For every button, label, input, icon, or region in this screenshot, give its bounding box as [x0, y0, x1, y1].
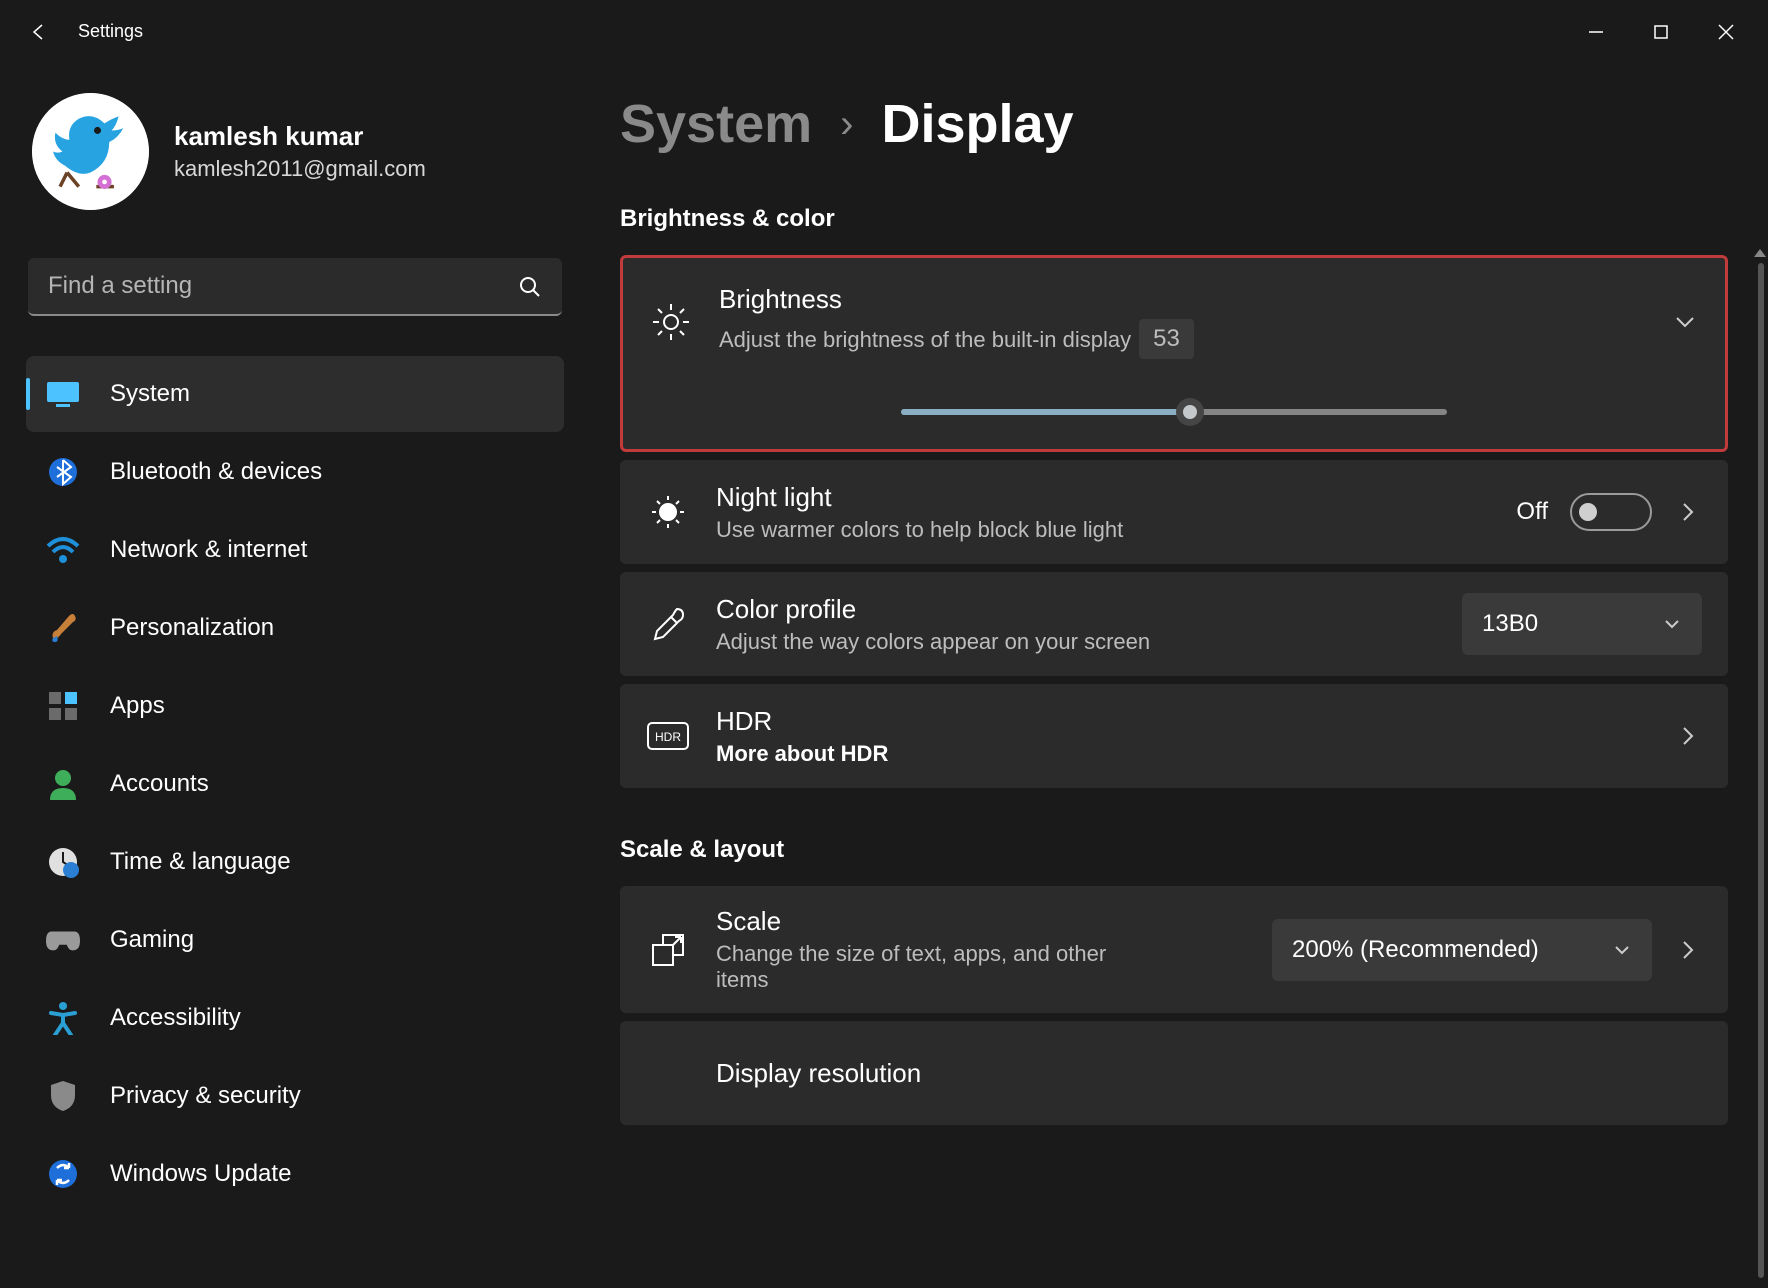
sidebar-item-update[interactable]: Windows Update: [26, 1136, 564, 1212]
app-title: Settings: [78, 21, 143, 42]
window-controls: [1563, 7, 1758, 57]
sidebar-item-label: Personalization: [110, 614, 274, 642]
sidebar-item-bluetooth[interactable]: Bluetooth & devices: [26, 434, 564, 510]
colorprofile-desc: Adjust the way colors appear on your scr…: [716, 629, 1436, 655]
scale-icon: [646, 931, 690, 969]
sidebar-item-label: Apps: [110, 692, 165, 720]
chevron-right-icon: ›: [840, 102, 853, 147]
gamepad-icon: [46, 923, 80, 957]
scrollbar[interactable]: [1758, 263, 1764, 1278]
user-email: kamlesh2011@gmail.com: [174, 156, 426, 182]
sidebar-item-accessibility[interactable]: Accessibility: [26, 980, 564, 1056]
sidebar-item-label: Gaming: [110, 926, 194, 954]
hdr-icon: HDR: [646, 721, 690, 751]
paintbrush-icon: [46, 611, 80, 645]
brightness-icon: [649, 302, 693, 342]
scale-card[interactable]: Scale Change the size of text, apps, and…: [620, 886, 1728, 1013]
chevron-right-icon[interactable]: [1674, 936, 1702, 964]
svg-text:HDR: HDR: [655, 730, 681, 744]
breadcrumb-parent[interactable]: System: [620, 93, 812, 155]
section-scale-layout: Scale & layout: [620, 836, 1728, 864]
sidebar-item-label: Accessibility: [110, 1004, 241, 1032]
sidebar-item-accounts[interactable]: Accounts: [26, 746, 564, 822]
clock-icon: [46, 845, 80, 879]
sidebar-item-privacy[interactable]: Privacy & security: [26, 1058, 564, 1134]
breadcrumb: System › Display: [620, 93, 1728, 155]
colorprofile-card[interactable]: Color profile Adjust the way colors appe…: [620, 572, 1728, 676]
colorprofile-title: Color profile: [716, 594, 1436, 625]
titlebar: Settings: [0, 0, 1768, 63]
sidebar-item-network[interactable]: Network & internet: [26, 512, 564, 588]
hdr-card[interactable]: HDR HDR More about HDR: [620, 684, 1728, 788]
avatar: [32, 93, 149, 210]
dropdown-value: 200% (Recommended): [1292, 936, 1539, 964]
sidebar-item-system[interactable]: System: [26, 356, 564, 432]
chevron-down-icon[interactable]: [1671, 308, 1699, 336]
colorprofile-dropdown[interactable]: 13B0: [1462, 593, 1702, 655]
close-button[interactable]: [1693, 7, 1758, 57]
sidebar-item-label: Bluetooth & devices: [110, 458, 322, 486]
search-input[interactable]: [28, 258, 562, 316]
nightlight-desc: Use warmer colors to help block blue lig…: [716, 517, 1490, 543]
minimize-button[interactable]: [1563, 7, 1628, 57]
nav: System Bluetooth & devices Network & int…: [20, 356, 570, 1212]
scroll-up-icon[interactable]: [1754, 249, 1766, 257]
chevron-down-icon: [1662, 614, 1682, 634]
sidebar-item-gaming[interactable]: Gaming: [26, 902, 564, 978]
apps-icon: [46, 689, 80, 723]
sidebar-item-apps[interactable]: Apps: [26, 668, 564, 744]
bluetooth-icon: [46, 455, 80, 489]
accessibility-icon: [46, 1001, 80, 1035]
sidebar-item-label: Windows Update: [110, 1160, 291, 1188]
sidebar: kamlesh kumar kamlesh2011@gmail.com Syst…: [0, 63, 590, 1288]
nightlight-toggle[interactable]: [1570, 493, 1652, 531]
eyedropper-icon: [646, 605, 690, 643]
sidebar-item-label: Privacy & security: [110, 1082, 301, 1110]
scale-title: Scale: [716, 906, 1246, 937]
sidebar-item-time[interactable]: Time & language: [26, 824, 564, 900]
slider-thumb[interactable]: [1176, 398, 1204, 426]
brightness-title: Brightness: [719, 284, 1645, 315]
breadcrumb-current: Display: [881, 93, 1073, 155]
dropdown-value: 13B0: [1482, 610, 1538, 638]
chevron-right-icon[interactable]: [1674, 722, 1702, 750]
sidebar-item-personalization[interactable]: Personalization: [26, 590, 564, 666]
person-icon: [46, 767, 80, 801]
wifi-icon: [46, 533, 80, 567]
search-icon: [518, 275, 542, 299]
chevron-down-icon: [1612, 940, 1632, 960]
sidebar-item-label: Network & internet: [110, 536, 307, 564]
sidebar-item-label: Time & language: [110, 848, 291, 876]
content: System › Display Brightness & color Brig…: [590, 63, 1768, 1288]
brightness-desc: Adjust the brightness of the built-in di…: [719, 319, 1645, 359]
nightlight-card[interactable]: Night light Use warmer colors to help bl…: [620, 460, 1728, 564]
update-icon: [46, 1157, 80, 1191]
nightlight-icon: [646, 492, 690, 532]
nightlight-state: Off: [1516, 498, 1548, 526]
chevron-right-icon[interactable]: [1674, 498, 1702, 526]
brightness-value: 53: [1139, 319, 1194, 359]
section-brightness-color: Brightness & color: [620, 205, 1728, 233]
scale-dropdown[interactable]: 200% (Recommended): [1272, 919, 1652, 981]
nightlight-title: Night light: [716, 482, 1490, 513]
resolution-title: Display resolution: [716, 1058, 1702, 1089]
resolution-card[interactable]: Display resolution: [620, 1021, 1728, 1125]
display-icon: [46, 377, 80, 411]
shield-icon: [46, 1079, 80, 1113]
maximize-button[interactable]: [1628, 7, 1693, 57]
brightness-slider[interactable]: [901, 409, 1447, 415]
sidebar-item-label: Accounts: [110, 770, 209, 798]
sidebar-item-label: System: [110, 380, 190, 408]
brightness-card[interactable]: Brightness Adjust the brightness of the …: [620, 255, 1728, 452]
hdr-desc[interactable]: More about HDR: [716, 741, 1648, 767]
user-name: kamlesh kumar: [174, 121, 426, 152]
profile[interactable]: kamlesh kumar kamlesh2011@gmail.com: [20, 93, 570, 258]
back-button[interactable]: [10, 2, 70, 62]
hdr-title: HDR: [716, 706, 1648, 737]
scale-desc: Change the size of text, apps, and other…: [716, 941, 1156, 993]
